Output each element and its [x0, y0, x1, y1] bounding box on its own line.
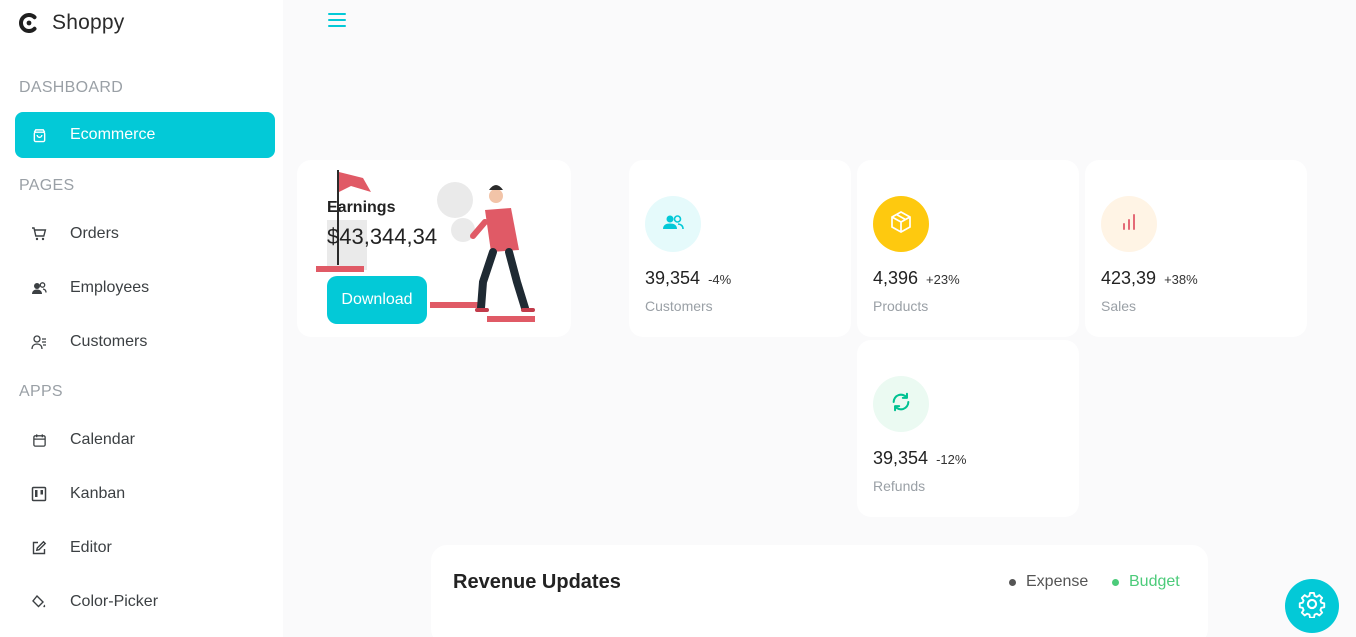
employees-icon	[30, 279, 48, 297]
stat-icon-button[interactable]	[873, 376, 929, 432]
sidebar-item-employees[interactable]: Employees	[15, 265, 275, 311]
calendar-icon	[30, 431, 48, 449]
shoppy-logo-icon	[18, 12, 40, 34]
edit-icon	[30, 539, 48, 557]
hamburger-icon	[328, 12, 346, 33]
sidebar-item-orders[interactable]: Orders	[15, 211, 275, 257]
earnings-label: Earnings	[327, 199, 396, 216]
sidebar-item-label: Editor	[70, 539, 112, 556]
settings-button[interactable]	[1285, 579, 1339, 633]
revenue-title: Revenue Updates	[453, 571, 621, 593]
stat-label: Customers	[645, 298, 713, 314]
sidebar-item-label: Employees	[70, 279, 150, 296]
sidebar-item-label: Customers	[70, 333, 148, 350]
earnings-value: $43,344,34	[327, 224, 438, 249]
menu-toggle-button[interactable]	[327, 12, 347, 32]
sidebar-item-ecommerce[interactable]: Ecommerce	[15, 112, 275, 158]
stat-percent: +23%	[926, 272, 960, 287]
refresh-icon	[890, 391, 912, 418]
sidebar-item-label: Orders	[70, 225, 119, 242]
legend-item-budget: Budget	[1112, 573, 1180, 591]
shopping-bag-icon	[30, 126, 48, 144]
stat-label: Refunds	[873, 478, 926, 494]
stat-icon-button[interactable]	[645, 196, 701, 252]
bar-chart-icon	[1120, 213, 1138, 236]
box-icon	[889, 210, 913, 239]
legend-label: Budget	[1129, 573, 1180, 590]
download-button[interactable]: Download	[327, 276, 427, 324]
stat-label: Products	[873, 298, 929, 314]
stat-amount: 39,354 -4%	[645, 268, 732, 288]
section-title-apps: APPS	[19, 383, 63, 400]
stat-icon-button[interactable]	[1101, 196, 1157, 252]
brand-name: Shoppy	[52, 11, 125, 34]
stat-amount: 4,396 +23%	[873, 268, 960, 288]
stat-label: Sales	[1101, 298, 1137, 314]
stat-amount: 39,354 -12%	[873, 448, 967, 468]
customers-icon	[30, 333, 48, 351]
kanban-icon	[30, 485, 48, 503]
customers-icon	[662, 213, 684, 236]
brand[interactable]: Shoppy	[18, 8, 124, 38]
revenue-updates-card: Revenue Updates Expense Budget	[431, 545, 1208, 637]
color-picker-icon	[30, 593, 48, 611]
stat-percent: +38%	[1164, 272, 1198, 287]
sidebar-item-label: Ecommerce	[70, 126, 156, 143]
sidebar-item-color-picker[interactable]: Color-Picker	[15, 579, 275, 625]
sidebar-item-calendar[interactable]: Calendar	[15, 417, 275, 463]
earnings-card: Earnings $43,344,34 Download	[297, 160, 571, 337]
cart-icon	[30, 225, 48, 243]
section-title-dashboard: DASHBOARD	[19, 79, 124, 96]
stat-card-products: 4,396 +23% Products	[857, 160, 1079, 337]
stat-card-customers: 39,354 -4% Customers	[629, 160, 851, 337]
gear-icon	[1298, 590, 1326, 623]
stat-percent: -4%	[708, 272, 732, 287]
section-title-pages: PAGES	[19, 177, 75, 194]
stat-card-sales: 423,39 +38% Sales	[1085, 160, 1307, 337]
sidebar-item-label: Color-Picker	[70, 593, 159, 610]
stat-card-refunds: 39,354 -12% Refunds	[857, 340, 1079, 517]
stat-percent: -12%	[936, 452, 967, 467]
sidebar-item-kanban[interactable]: Kanban	[15, 471, 275, 517]
sidebar-item-customers[interactable]: Customers	[15, 319, 275, 365]
stat-amount: 423,39 +38%	[1101, 268, 1198, 288]
sidebar-item-label: Calendar	[70, 431, 135, 448]
legend-dot	[1112, 578, 1119, 586]
stat-icon-button[interactable]	[873, 196, 929, 252]
sidebar: Shoppy DASHBOARD Ecommerce PAGES Orders …	[0, 0, 283, 637]
legend-label: Expense	[1026, 573, 1089, 590]
sidebar-item-label: Kanban	[70, 485, 126, 502]
legend-item-expense: Expense	[1009, 573, 1088, 591]
sidebar-item-editor[interactable]: Editor	[15, 525, 275, 571]
legend-dot	[1009, 578, 1016, 586]
